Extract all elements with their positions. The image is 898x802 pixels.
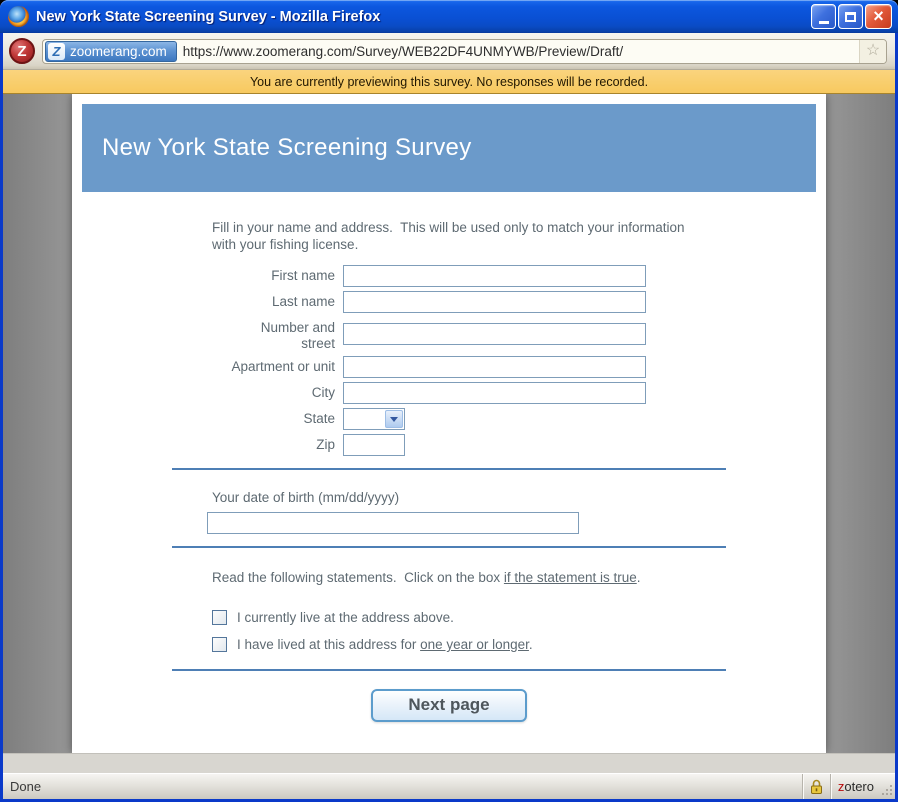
- url-bar[interactable]: Z zoomerang.com https://www.zoomerang.co…: [42, 38, 887, 64]
- browser-viewport: New York State Screening Survey Fill in …: [3, 94, 895, 753]
- navigation-toolbar: Z Z zoomerang.com https://www.zoomerang.…: [3, 33, 895, 70]
- apartment-or-unit-label: Apartment or unit: [231, 359, 335, 374]
- dob-input[interactable]: [207, 512, 579, 534]
- dob-label: Your date of birth (mm/dd/yyyy): [212, 490, 400, 505]
- statements-intro-pre: Read the following statements. Click on …: [212, 570, 504, 585]
- preview-notification-bar: You are currently previewing this survey…: [3, 70, 895, 94]
- survey-title: New York State Screening Survey: [102, 134, 472, 161]
- next-page-button[interactable]: Next page: [371, 689, 527, 722]
- browser-window: New York State Screening Survey - Mozill…: [0, 0, 898, 802]
- survey-page: New York State Screening Survey Fill in …: [72, 94, 826, 753]
- form-row: Last name: [172, 291, 726, 313]
- form-row: First name: [172, 265, 726, 287]
- security-lock-cell[interactable]: [801, 774, 830, 799]
- lock-icon: [810, 779, 822, 794]
- minimize-button[interactable]: [811, 4, 836, 29]
- status-bar: Done z otero: [3, 773, 895, 799]
- bookmark-star-button[interactable]: ☆: [859, 39, 886, 63]
- statements-intro-link[interactable]: if the statement is true: [504, 570, 637, 585]
- form-row: Zip: [172, 434, 726, 456]
- state-label: State: [303, 411, 335, 426]
- bottom-strip: [3, 753, 895, 773]
- resize-grip[interactable]: [881, 774, 895, 799]
- city-input[interactable]: [343, 382, 646, 404]
- statement-2-text: I have lived at this address for one yea…: [237, 637, 533, 652]
- star-icon: ☆: [865, 42, 881, 59]
- zotero-label-rest: otero: [844, 779, 874, 794]
- apartment-or-unit-input[interactable]: [343, 356, 646, 378]
- site-identity-chip[interactable]: Z zoomerang.com: [45, 40, 177, 62]
- zotero-button[interactable]: z otero: [829, 774, 881, 799]
- form-row: City: [172, 382, 726, 404]
- form-row: Number and street: [172, 317, 726, 352]
- chevron-down-icon: [390, 416, 398, 422]
- first-name-input[interactable]: [343, 265, 646, 287]
- firefox-icon: [8, 6, 29, 27]
- survey-header-banner: New York State Screening Survey: [82, 104, 816, 192]
- survey-intro-text: Fill in your name and address. This will…: [212, 220, 689, 252]
- title-bar: New York State Screening Survey - Mozill…: [0, 0, 898, 33]
- window-title: New York State Screening Survey - Mozill…: [36, 8, 381, 25]
- city-label: City: [311, 385, 335, 400]
- form-row: Apartment or unit: [172, 356, 726, 378]
- current-address-checkbox[interactable]: [212, 610, 227, 625]
- maximize-icon: [845, 11, 856, 22]
- section-divider: [172, 546, 726, 548]
- statement-row-2: I have lived at this address for one yea…: [212, 637, 726, 652]
- zip-label: Zip: [316, 437, 335, 452]
- select-arrow-button[interactable]: [385, 410, 403, 428]
- statement-row-1: I currently live at the address above.: [212, 610, 726, 625]
- state-select[interactable]: [343, 408, 405, 430]
- lived-one-year-checkbox[interactable]: [212, 637, 227, 652]
- resize-grip-icon: [882, 785, 892, 795]
- one-year-link[interactable]: one year or longer: [420, 637, 529, 652]
- section-divider: [172, 669, 726, 671]
- close-button[interactable]: ×: [865, 4, 892, 29]
- site-chip-icon: Z: [48, 42, 65, 60]
- zoomerang-favicon: Z: [9, 38, 35, 64]
- zip-input[interactable]: [343, 434, 405, 456]
- number-and-street-label: Number and street: [260, 320, 335, 351]
- form-row: State: [172, 408, 726, 430]
- first-name-label: First name: [271, 268, 335, 283]
- url-text[interactable]: https://www.zoomerang.com/Survey/WEB22DF…: [177, 44, 859, 59]
- statement-1-text: I currently live at the address above.: [237, 610, 454, 625]
- minimize-icon: [818, 21, 829, 24]
- last-name-label: Last name: [271, 294, 335, 309]
- section-divider: [172, 468, 726, 470]
- close-icon: ×: [873, 5, 884, 26]
- last-name-input[interactable]: [343, 291, 646, 313]
- number-and-street-input[interactable]: [343, 323, 646, 345]
- address-form: First name Last name Number and street A…: [172, 265, 726, 456]
- status-text: Done: [10, 779, 42, 794]
- maximize-button[interactable]: [838, 4, 863, 29]
- statements-intro-post: .: [636, 570, 641, 585]
- statements-intro: Read the following statements. Click on …: [212, 568, 694, 587]
- preview-notification-text: You are currently previewing this survey…: [249, 74, 649, 89]
- site-chip-label: zoomerang.com: [70, 43, 167, 59]
